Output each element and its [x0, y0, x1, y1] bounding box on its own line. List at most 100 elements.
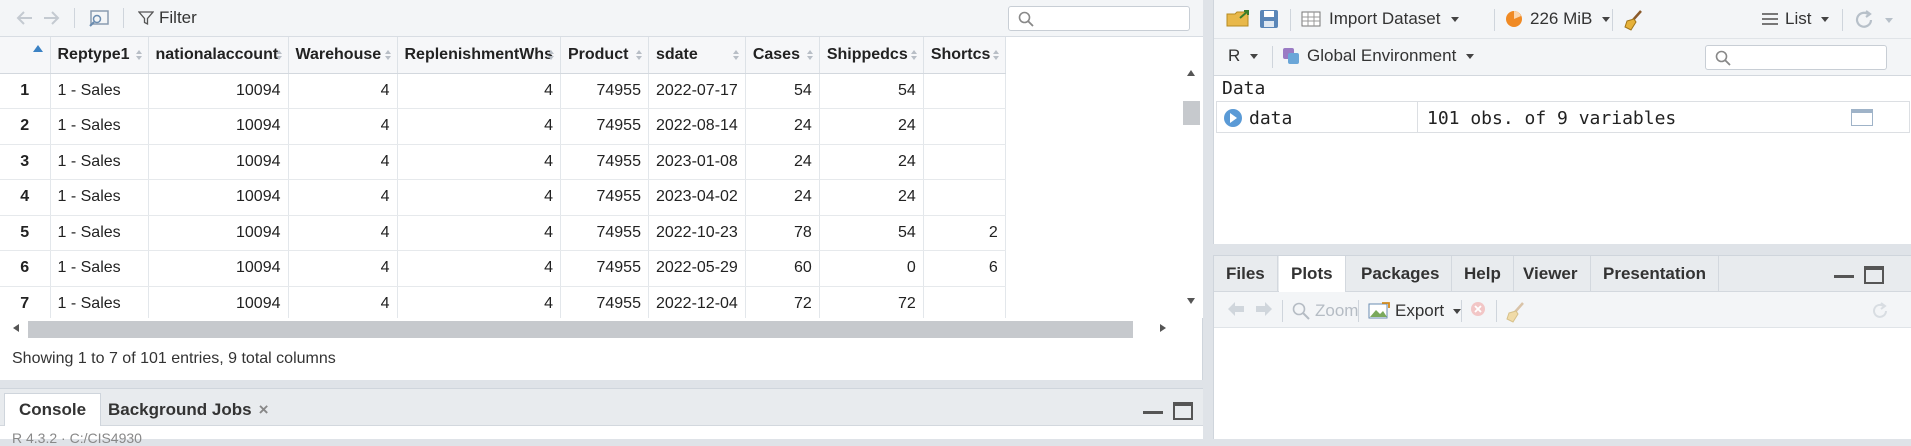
back-arrow-icon[interactable] — [16, 8, 34, 28]
table-row[interactable]: 61 - Sales 10094 4 4 74955 2022-05-29 60 0 6 — [0, 250, 1006, 287]
refresh-icon[interactable] — [1870, 301, 1890, 321]
tab-label: Plots — [1291, 264, 1333, 283]
search-icon — [1018, 11, 1034, 27]
forward-arrow-icon[interactable] — [42, 8, 60, 28]
tab-plots[interactable]: Plots — [1279, 256, 1346, 292]
tab-files[interactable]: Files — [1214, 256, 1278, 292]
import-dataset-button[interactable]: Import Dataset — [1301, 9, 1459, 29]
forward-arrow-icon[interactable] — [1254, 301, 1274, 317]
column-header[interactable]: sdate — [648, 37, 746, 74]
export-button[interactable]: Export — [1368, 301, 1462, 321]
table-cell: 2022-12-04 — [648, 286, 746, 318]
expand-play-icon[interactable] — [1224, 109, 1242, 127]
table-cell: 10094 — [148, 215, 289, 251]
refresh-button[interactable] — [1853, 9, 1893, 31]
table-cell: 24 — [819, 108, 924, 145]
column-header-label: Warehouse — [295, 45, 382, 63]
column-header[interactable]: Warehouse — [288, 37, 398, 74]
tab-help[interactable]: Help — [1452, 256, 1514, 292]
vertical-scroll-thumb[interactable] — [1183, 101, 1200, 125]
scroll-arrows-icon — [1187, 70, 1195, 304]
column-header[interactable]: Shippedcs — [819, 37, 924, 74]
filter-button[interactable]: Filter — [138, 7, 197, 29]
back-arrow-icon[interactable] — [1226, 301, 1246, 317]
clear-all-plots-broom-icon[interactable] — [1505, 301, 1527, 323]
table-cell: 24 — [745, 179, 820, 216]
table-cell: 10094 — [148, 250, 289, 287]
minimize-icon[interactable] — [1143, 409, 1163, 414]
table-cell: 74955 — [560, 179, 649, 216]
list-icon — [1762, 13, 1778, 25]
table-cell: 74955 — [560, 215, 649, 251]
toolbar-divider — [1290, 9, 1291, 31]
table-cell: 10094 — [148, 144, 289, 180]
sort-icon — [635, 50, 642, 60]
tab-presentation[interactable]: Presentation — [1591, 256, 1719, 292]
tab-console[interactable]: Console — [4, 393, 102, 426]
memory-usage-button[interactable]: 226 MiB — [1504, 9, 1611, 29]
import-dataset-label: Import Dataset — [1329, 9, 1441, 28]
environment-icon — [1283, 48, 1299, 64]
remove-plot-icon[interactable] — [1470, 301, 1486, 317]
files-plots-pane: Files Plots Packages Help Viewer Present… — [1213, 255, 1911, 439]
tab-label: Help — [1464, 264, 1501, 283]
table-header-row: Reptype1 nationalaccount Warehouse Reple… — [0, 37, 1006, 74]
table-cell: 0 — [819, 250, 924, 287]
table-import-icon — [1301, 11, 1321, 27]
table-row[interactable]: 21 - Sales 10094 4 4 74955 2022-08-14 24 24 — [0, 108, 1006, 145]
environment-scope-label: Global Environment — [1307, 46, 1457, 65]
tab-background-jobs[interactable]: Background Jobs × — [94, 393, 283, 426]
maximize-icon[interactable] — [1173, 402, 1193, 420]
viewer-search-input[interactable] — [1008, 6, 1190, 31]
environment-toolbar: Import Dataset 226 MiB List — [1214, 0, 1911, 39]
column-header[interactable]: Reptype1 — [50, 37, 149, 74]
pane-controls — [1143, 402, 1193, 420]
save-icon[interactable] — [1259, 9, 1279, 29]
column-header[interactable]: Product — [560, 37, 649, 74]
table-cell: 4 — [397, 215, 561, 251]
table-row[interactable]: 11 - Sales 10094 4 4 74955 2022-07-17 54 54 — [0, 73, 1006, 109]
table-cell: 2023-01-08 — [648, 144, 746, 180]
column-header[interactable]: ReplenishmentWhs — [397, 37, 561, 74]
popout-window-icon[interactable] — [88, 8, 110, 28]
table-cell: 2 — [923, 215, 1006, 251]
horizontal-scrollbar[interactable] — [0, 318, 1180, 338]
column-header[interactable]: nationalaccount — [148, 37, 289, 74]
view-table-icon[interactable] — [1851, 109, 1873, 126]
tab-viewer[interactable]: Viewer — [1511, 256, 1591, 292]
column-header[interactable]: Cases — [745, 37, 820, 74]
table-cell: 1 - Sales — [50, 179, 149, 216]
column-header[interactable]: Shortcs — [923, 37, 1006, 74]
table-cell: 72 — [745, 286, 820, 318]
column-header-label: sdate — [655, 45, 698, 63]
open-folder-icon[interactable] — [1226, 9, 1252, 29]
environment-scope-selector[interactable]: Global Environment — [1281, 46, 1475, 66]
table-row[interactable]: 31 - Sales 10094 4 4 74955 2023-01-08 24 24 — [0, 144, 1006, 180]
table-row[interactable]: 51 - Sales 10094 4 4 74955 2022-10-23 78 54 2 — [0, 215, 1006, 251]
environment-search-input[interactable] — [1705, 45, 1887, 70]
maximize-icon[interactable] — [1864, 266, 1884, 284]
table-cell: 54 — [819, 215, 924, 251]
zoom-button[interactable]: Zoom — [1292, 301, 1358, 321]
horizontal-scroll-thumb[interactable] — [28, 321, 1133, 338]
table-row[interactable]: 71 - Sales 10094 4 4 74955 2022-12-04 72 72 — [0, 286, 1006, 318]
vertical-scrollbar[interactable] — [1180, 37, 1203, 318]
object-name: data — [1249, 108, 1293, 129]
environment-object-row[interactable]: data 101 obs. of 9 variables — [1216, 101, 1910, 133]
row-number-header[interactable] — [0, 37, 51, 74]
sort-icon — [135, 50, 142, 60]
table-row[interactable]: 41 - Sales 10094 4 4 74955 2023-04-02 24 24 — [0, 179, 1006, 216]
close-icon[interactable]: × — [259, 400, 269, 420]
table-cell: 2022-07-17 — [648, 73, 746, 109]
row-number: 1 — [0, 73, 51, 109]
export-label: Export — [1395, 301, 1445, 320]
entries-summary: Showing 1 to 7 of 101 entries, 9 total c… — [12, 350, 336, 367]
tab-packages[interactable]: Packages — [1349, 256, 1453, 292]
language-selector[interactable]: R — [1228, 46, 1259, 66]
view-mode-button[interactable]: List — [1761, 9, 1830, 29]
filter-funnel-icon — [138, 11, 154, 26]
clear-broom-icon[interactable] — [1623, 9, 1645, 31]
environment-section-heading: Data — [1222, 78, 1266, 99]
minimize-icon[interactable] — [1834, 273, 1854, 278]
sort-icon — [910, 50, 917, 60]
